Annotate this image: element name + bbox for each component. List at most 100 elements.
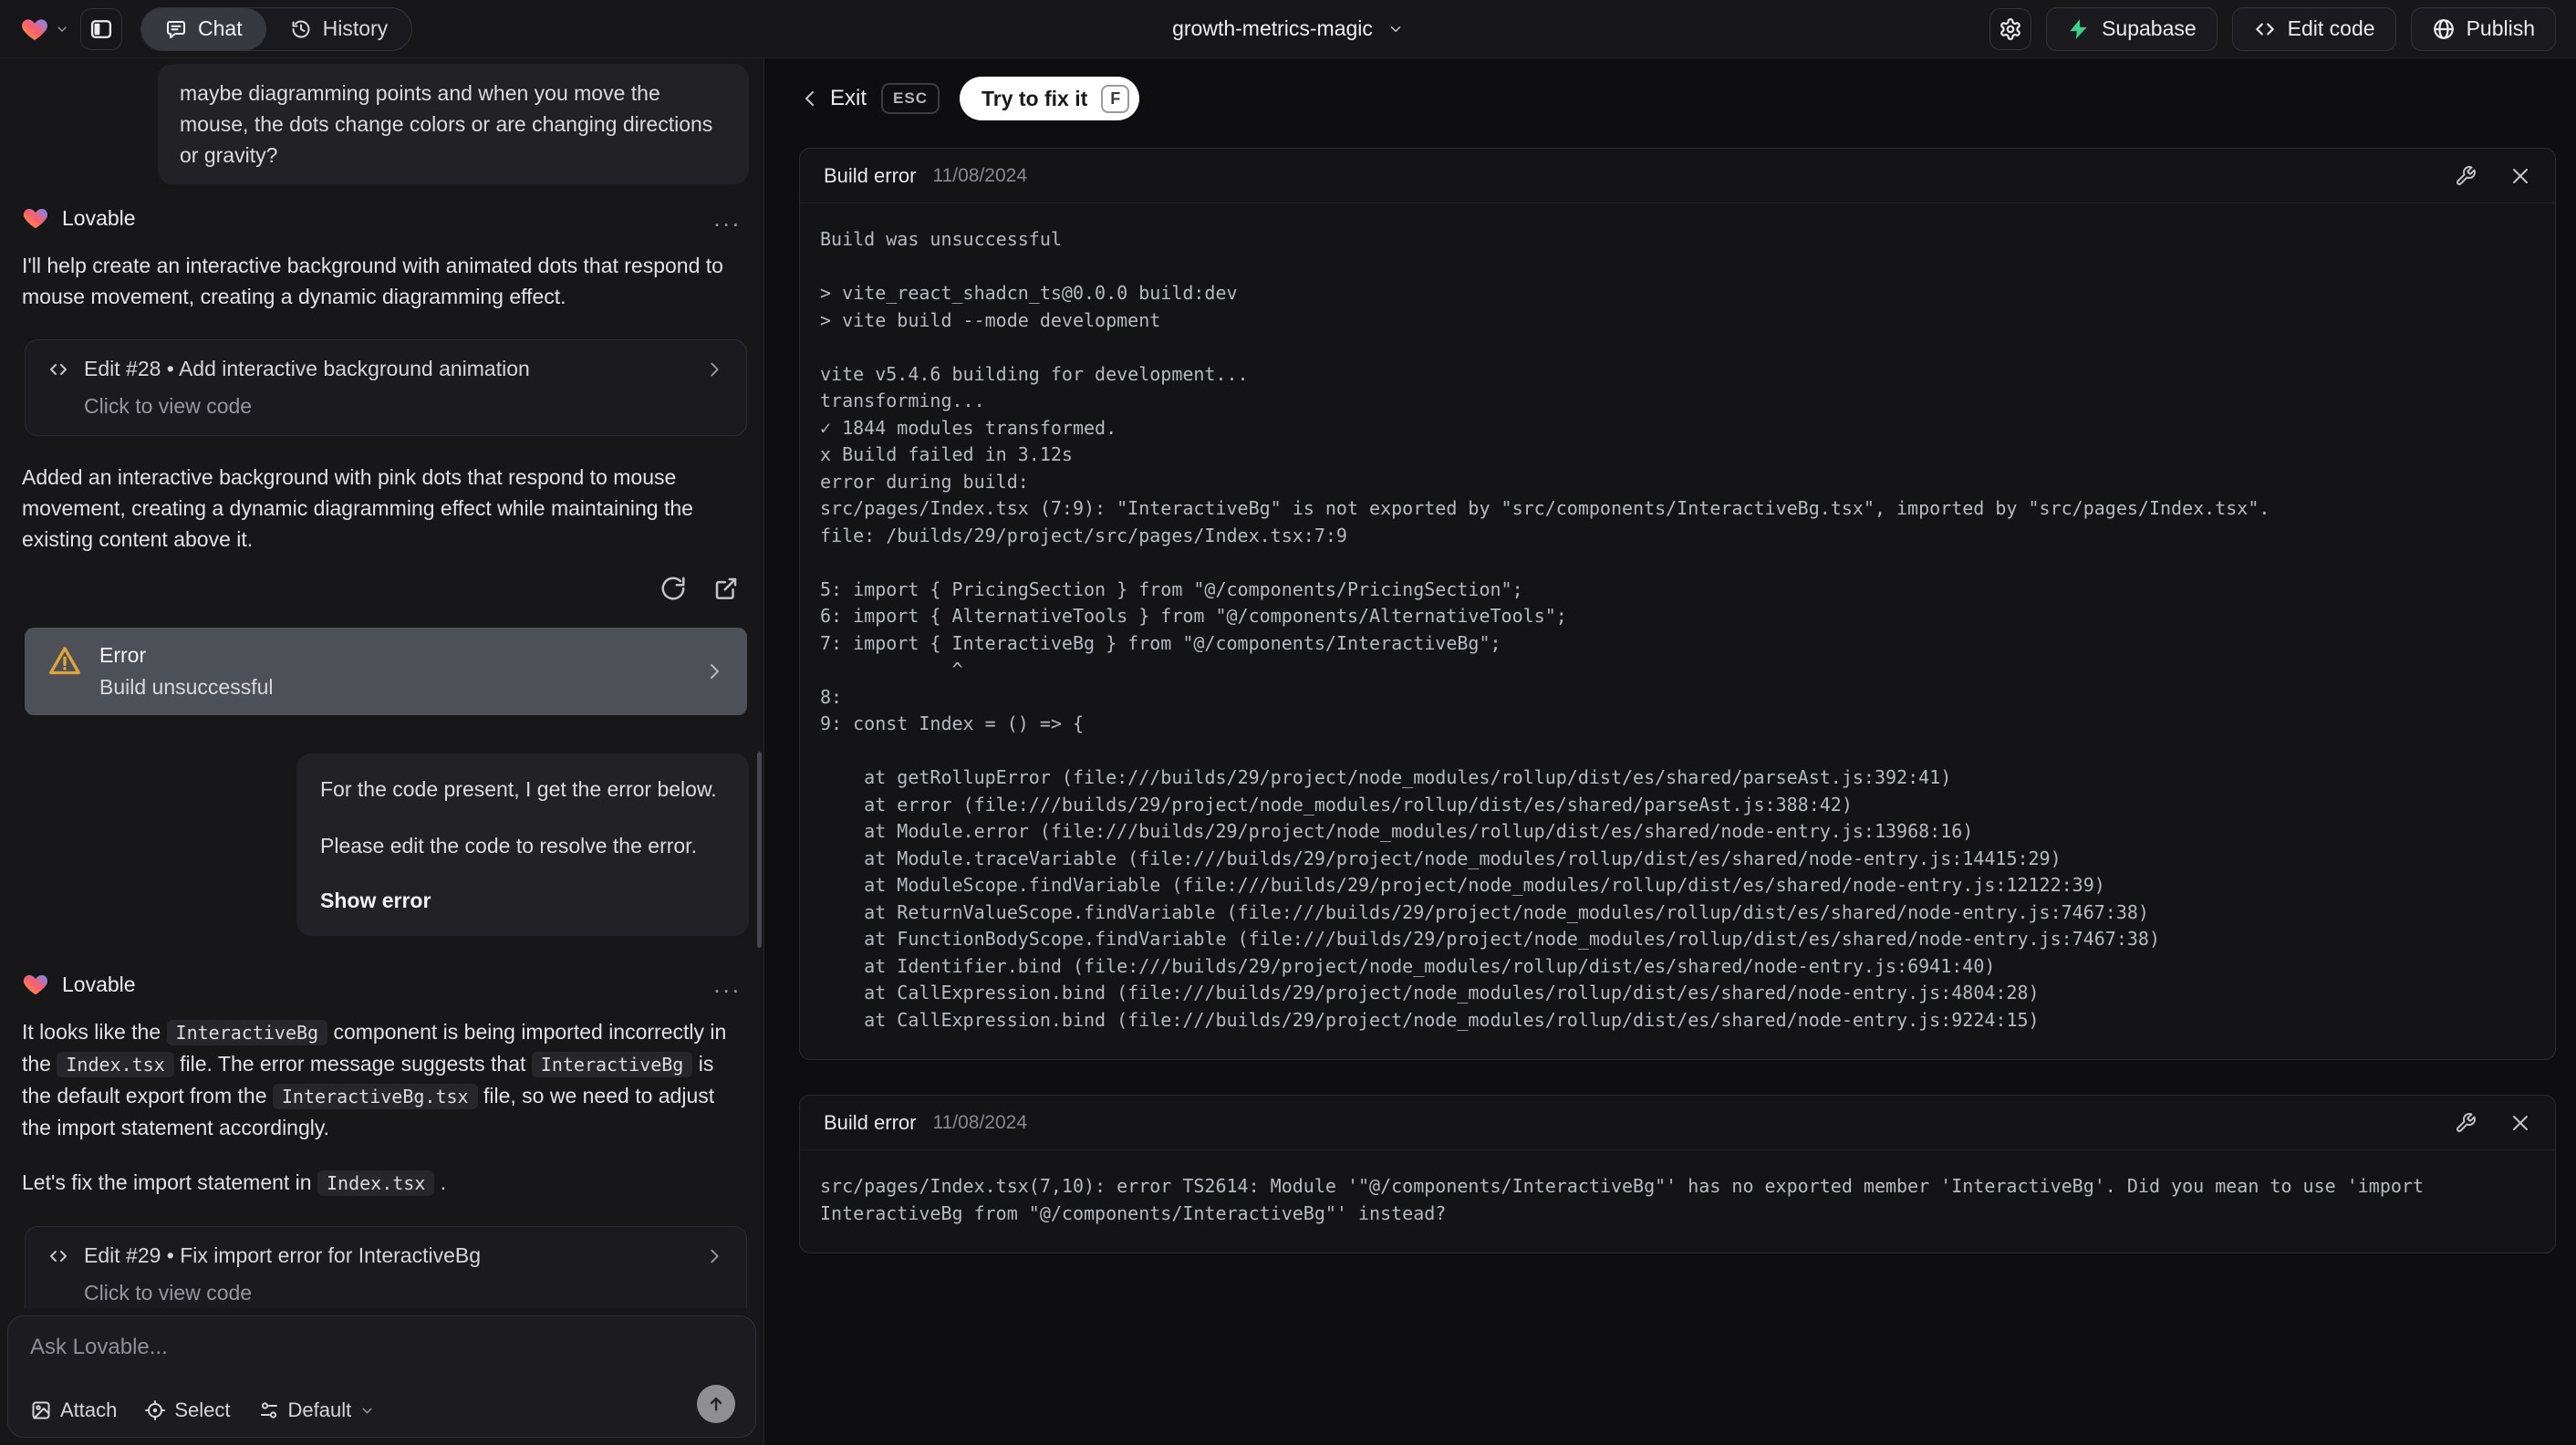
assistant-message: Let's fix the import statement in Index.… (22, 1167, 742, 1199)
assistant-message-text: . (434, 1170, 447, 1194)
edit-card-29[interactable]: Edit #29 • Fix import error for Interact… (25, 1226, 747, 1308)
sliders-icon (258, 1399, 280, 1421)
chevron-right-icon (703, 660, 725, 682)
assistant-message-text: It looks like the (22, 1020, 167, 1044)
user-message-text: Please edit the code to resolve the erro… (320, 834, 697, 858)
inline-code: Index.tsx (317, 1170, 435, 1196)
tab-chat[interactable]: Chat (141, 7, 266, 50)
chevron-left-icon[interactable] (799, 88, 821, 109)
tab-history-label: History (322, 16, 389, 40)
project-switcher[interactable]: growth-metrics-magic (1172, 16, 1404, 41)
assistant-header: Lovable ... (22, 971, 742, 998)
mode-label: Default (287, 1398, 352, 1421)
lovable-logo-menu[interactable] (20, 15, 69, 44)
close-icon[interactable] (2509, 1112, 2531, 1134)
build-error-title: Build error (824, 1110, 917, 1134)
select-label: Select (174, 1398, 231, 1421)
build-error-banner[interactable]: Error Build unsuccessful (25, 628, 747, 715)
publish-button[interactable]: Publish (2410, 6, 2556, 51)
attach-button[interactable]: Attach (30, 1398, 117, 1422)
chevron-right-icon (704, 1246, 724, 1266)
error-subtitle: Build unsuccessful (99, 675, 274, 699)
user-message-text: For the code present, I get the error be… (320, 777, 717, 801)
build-error-log[interactable]: Build was unsuccessful > vite_react_shad… (820, 226, 2535, 1034)
chevron-down-icon (359, 1403, 375, 1419)
toggle-sidebar-button[interactable] (80, 7, 122, 50)
edit-card-title: Edit #28 • Add interactive background an… (84, 357, 530, 380)
wrench-icon[interactable] (2455, 1112, 2477, 1134)
assistant-message: I'll help create an interactive backgrou… (22, 250, 742, 312)
chat-message-list[interactable]: maybe diagramming points and when you mo… (0, 58, 763, 1308)
user-message: maybe diagramming points and when you mo… (158, 64, 749, 184)
publish-label: Publish (2466, 16, 2535, 40)
try-to-fix-button[interactable]: Try to fix it F (959, 77, 1140, 120)
lovable-heart-icon (22, 204, 49, 232)
edit-code-button[interactable]: Edit code (2231, 6, 2396, 51)
top-bar: Chat History growth-metrics-magic Supaba… (0, 0, 2576, 58)
edit-code-label: Edit code (2287, 16, 2375, 40)
chat-scrollbar[interactable] (757, 752, 762, 948)
tab-history[interactable]: History (266, 8, 412, 50)
build-error-card-1: Build error 11/08/2024 Build was unsucce… (799, 148, 2556, 1060)
inline-code: InteractiveBg.tsx (272, 1084, 478, 1109)
chevron-down-icon (55, 22, 69, 36)
chat-history-tabs: Chat History (140, 6, 413, 51)
error-mode-header: Exit ESC Try to fix it F (799, 77, 2556, 120)
preview-panel: Exit ESC Try to fix it F Build error 11/… (765, 58, 2576, 1445)
select-button[interactable]: Select (144, 1398, 231, 1422)
message-menu-icon[interactable]: ... (713, 972, 742, 996)
code-brackets-icon (2253, 17, 2277, 41)
build-error-log[interactable]: src/pages/Index.tsx(7,10): error TS2614:… (820, 1173, 2535, 1227)
globe-icon (2432, 17, 2456, 41)
lovable-heart-icon (20, 15, 49, 44)
refresh-icon[interactable] (660, 575, 687, 602)
edit-card-subtitle: Click to view code (84, 1281, 253, 1305)
assistant-message: It looks like the InteractiveBg componen… (22, 1016, 742, 1143)
panel-left-icon (88, 16, 114, 42)
supabase-button[interactable]: Supabase (2046, 6, 2218, 51)
build-error-card-2: Build error 11/08/2024 src/pages/Index.t… (799, 1095, 2556, 1253)
arrow-up-icon (706, 1394, 726, 1414)
chat-input-placeholder[interactable]: Ask Lovable... (30, 1335, 733, 1360)
message-menu-icon[interactable]: ... (713, 206, 742, 230)
settings-button[interactable] (1989, 7, 2032, 50)
assistant-name: Lovable (62, 205, 136, 230)
chat-input-box[interactable]: Ask Lovable... Attach Select Default (7, 1315, 756, 1438)
build-error-date: 11/08/2024 (932, 1111, 1028, 1133)
inline-code: InteractiveBg (166, 1020, 328, 1045)
close-icon[interactable] (2509, 165, 2531, 187)
project-title: growth-metrics-magic (1172, 16, 1373, 40)
show-error-link[interactable]: Show error (320, 885, 725, 916)
message-actions (24, 575, 740, 602)
warning-triangle-icon (47, 643, 83, 680)
send-button[interactable] (697, 1385, 735, 1423)
wrench-icon[interactable] (2455, 165, 2477, 187)
inline-code: InteractiveBg (531, 1052, 693, 1077)
chat-panel: maybe diagramming points and when you mo… (0, 58, 764, 1445)
esc-key-badge: ESC (881, 83, 940, 114)
history-clock-icon (290, 18, 312, 40)
assistant-message-text: Added an interactive background with pin… (22, 465, 693, 551)
select-target-icon (144, 1399, 166, 1421)
assistant-message-text: I'll help create an interactive backgrou… (22, 254, 723, 308)
attach-image-icon (30, 1399, 52, 1421)
edit-card-28[interactable]: Edit #28 • Add interactive background an… (25, 339, 747, 436)
exit-button[interactable]: Exit (830, 86, 867, 111)
build-error-title: Build error (824, 163, 917, 187)
code-brackets-icon (47, 359, 69, 380)
build-error-date: 11/08/2024 (932, 164, 1028, 186)
assistant-name: Lovable (62, 972, 136, 996)
tab-chat-label: Chat (198, 16, 243, 40)
f-key-badge: F (1101, 84, 1130, 113)
edit-card-subtitle: Click to view code (84, 394, 253, 418)
user-message: For the code present, I get the error be… (296, 754, 749, 936)
edit-card-title: Edit #29 • Fix import error for Interact… (84, 1243, 481, 1267)
mode-dropdown[interactable]: Default (258, 1398, 376, 1422)
supabase-bolt-icon (2067, 17, 2091, 41)
gear-icon (1999, 17, 2022, 41)
open-external-icon[interactable] (712, 575, 740, 602)
supabase-label: Supabase (2102, 16, 2197, 40)
assistant-message-text: Let's fix the import statement in (22, 1170, 317, 1194)
try-to-fix-label: Try to fix it (981, 86, 1088, 110)
chevron-down-icon (1387, 21, 1404, 37)
